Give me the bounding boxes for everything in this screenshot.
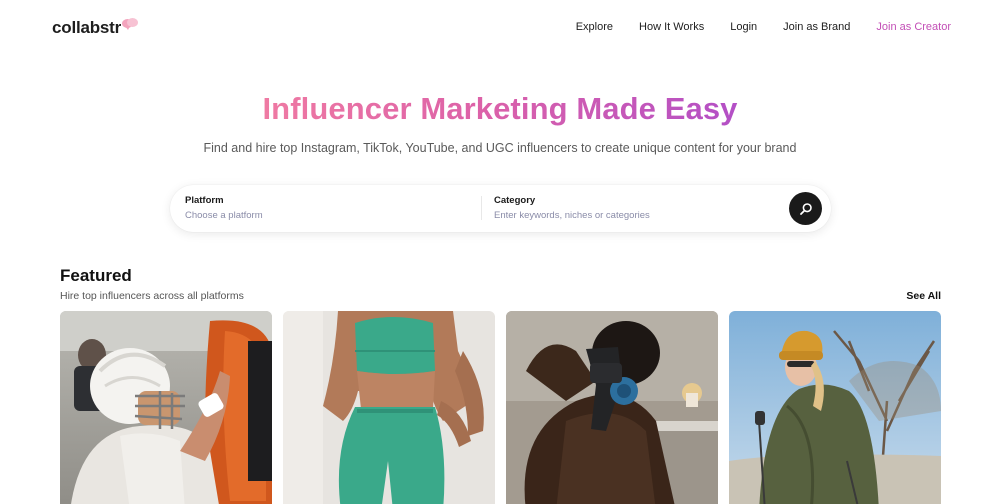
nav-explore[interactable]: Explore [576, 21, 613, 33]
see-all-link[interactable]: See All [906, 290, 941, 302]
nav-join-as-creator[interactable]: Join as Creator [876, 21, 951, 33]
football-player-photo [60, 311, 272, 504]
featured-title: Featured [60, 266, 132, 285]
search-icon [799, 202, 812, 215]
creator-card[interactable] [60, 311, 272, 504]
nav-login[interactable]: Login [730, 21, 757, 33]
hiker-photo [729, 311, 941, 504]
massage-gun-photo [506, 311, 718, 504]
page: collabstr Explore How It Works Login Joi… [0, 0, 1000, 504]
category-label: Category [494, 195, 536, 206]
creator-card[interactable] [283, 311, 495, 504]
creator-card[interactable] [729, 311, 941, 504]
search-divider [481, 196, 482, 220]
featured-cards [60, 311, 941, 504]
featured-subtitle: Hire top influencers across all platform… [60, 290, 244, 302]
search-button[interactable] [789, 192, 822, 225]
chat-bubbles-icon [122, 18, 140, 32]
category-field[interactable]: Category Enter keywords, niches or categ… [494, 195, 650, 221]
nav-join-as-brand[interactable]: Join as Brand [783, 21, 850, 33]
logo[interactable]: collabstr [52, 18, 140, 38]
creator-card[interactable] [506, 311, 718, 504]
platform-select[interactable]: Choose a platform [185, 210, 263, 221]
platform-field[interactable]: Platform Choose a platform [185, 195, 263, 221]
top-nav: Explore How It Works Login Join as Brand… [550, 21, 951, 33]
category-input[interactable]: Enter keywords, niches or categories [494, 210, 650, 221]
nav-how-it-works[interactable]: How It Works [639, 21, 704, 33]
hero-title: Influencer Marketing Made Easy [262, 91, 738, 126]
fitness-model-photo [283, 311, 495, 504]
platform-label: Platform [185, 195, 224, 206]
logo-text: collabstr [52, 18, 122, 37]
hero-subtitle: Find and hire top Instagram, TikTok, You… [203, 141, 797, 155]
search-bar: Platform Choose a platform Category Ente… [170, 185, 831, 232]
